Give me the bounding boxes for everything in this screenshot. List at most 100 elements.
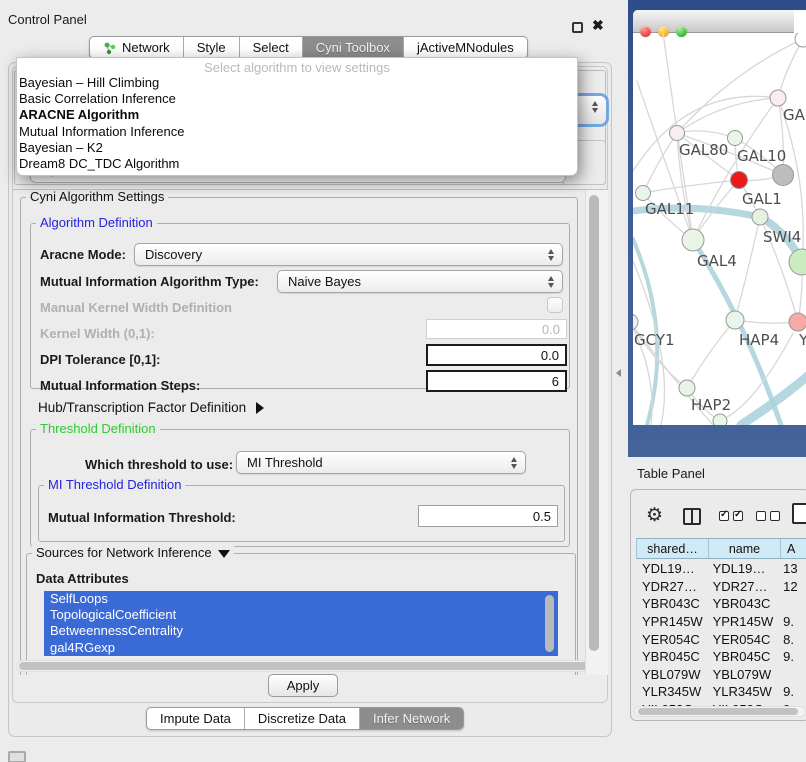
apply-button[interactable]: Apply xyxy=(268,674,338,697)
close-icon[interactable]: ✖ xyxy=(592,17,604,34)
tab-infer-network[interactable]: Infer Network xyxy=(360,708,463,729)
tab-cyni-toolbox[interactable]: Cyni Toolbox xyxy=(303,37,404,58)
columns-icon[interactable] xyxy=(683,508,701,525)
unchecked-checkbox-icon[interactable] xyxy=(770,511,780,521)
network-node-gray-node[interactable] xyxy=(773,165,794,186)
table-body: YDL19…YDL19…13YDR27…YDR27…12YBR043CYBR04… xyxy=(636,560,806,706)
table-row[interactable]: YPR145WYPR145W9. xyxy=(636,613,806,631)
tab-style[interactable]: Style xyxy=(184,37,240,58)
data-attributes-list[interactable]: SelfLoopsTopologicalCoefficientBetweenne… xyxy=(44,591,558,656)
table-cell: YER054C xyxy=(707,632,778,647)
horizontal-scrollbar-thumb[interactable] xyxy=(19,662,597,670)
aracne-mode-label: Aracne Mode: xyxy=(40,247,126,262)
network-node-GAL80[interactable] xyxy=(670,126,685,141)
network-node-top-arc[interactable] xyxy=(795,33,806,47)
data-attribute-item[interactable]: SelfLoops xyxy=(44,591,558,607)
float-window-icon[interactable] xyxy=(572,22,583,33)
network-edge[interactable] xyxy=(677,98,778,133)
algorithm-option[interactable]: Dream8 DC_TDC Algorithm xyxy=(17,156,577,172)
splitter-collapse-icon[interactable] xyxy=(616,369,621,377)
network-edge[interactable] xyxy=(643,133,677,193)
mi-algorithm-type-select[interactable]: Naive Bayes xyxy=(277,270,563,293)
data-attribute-item[interactable]: gal4RGexp xyxy=(44,640,558,656)
algorithm-option[interactable]: ARACNE Algorithm xyxy=(17,107,577,123)
network-edge[interactable] xyxy=(735,217,760,320)
column-header[interactable]: A xyxy=(781,539,806,558)
checked-checkbox-icon[interactable] xyxy=(733,511,743,521)
node-label: GAL xyxy=(783,106,806,124)
table-cell: 9. xyxy=(777,614,806,629)
table-row[interactable]: YDL19…YDL19…13 xyxy=(636,560,806,578)
mi-threshold-group-title: MI Threshold Definition xyxy=(44,478,185,492)
network-node-GAL10[interactable] xyxy=(728,131,743,146)
table-hscrollbar-thumb[interactable] xyxy=(638,708,798,715)
network-node-bottom-node[interactable] xyxy=(713,414,727,425)
chevron-down-icon[interactable] xyxy=(218,550,230,558)
network-node-HAP2[interactable] xyxy=(679,380,695,396)
network-window-titlebar[interactable] xyxy=(633,10,794,33)
table-row[interactable]: YDR27…YDR27…12 xyxy=(636,578,806,596)
network-edge[interactable] xyxy=(687,320,735,388)
which-threshold-select[interactable]: MI Threshold xyxy=(236,451,526,474)
chevron-right-icon[interactable] xyxy=(256,402,264,414)
network-graph[interactable]: GALGAL80GAL10GAL1GAL11SWI4GAL4GCY1HAP4YH… xyxy=(633,33,806,425)
table-cell: YDR27… xyxy=(707,579,778,594)
page-icon[interactable] xyxy=(792,503,806,524)
hub-transcription-factor-section[interactable]: Hub/Transcription Factor Definition xyxy=(38,400,264,415)
checked-checkbox-icon[interactable] xyxy=(719,511,729,521)
table-row[interactable]: YBL079WYBL079W xyxy=(636,666,806,684)
network-edge[interactable] xyxy=(778,39,803,98)
data-attribute-item[interactable]: TopologicalCoefficient xyxy=(44,607,558,623)
network-node-big-green[interactable] xyxy=(789,249,806,275)
manual-kernel-width-label: Manual Kernel Width Definition xyxy=(40,300,232,315)
manual-kernel-width-checkbox[interactable] xyxy=(547,297,563,313)
aracne-mode-select[interactable]: Discovery xyxy=(134,243,563,266)
table-row[interactable]: YLR345WYLR345W9. xyxy=(636,683,806,701)
panel-splitter[interactable] xyxy=(612,0,628,762)
node-label: GAL1 xyxy=(742,190,782,208)
tab-discretize-data[interactable]: Discretize Data xyxy=(245,708,360,729)
table-cell: 8. xyxy=(777,632,806,647)
network-node-GAL4[interactable] xyxy=(682,229,704,251)
table-row[interactable]: YBR043CYBR043C xyxy=(636,595,806,613)
network-node-GAL[interactable] xyxy=(770,90,786,106)
aracne-mode-value: Discovery xyxy=(145,247,202,262)
gear-icon[interactable]: ⚙ xyxy=(646,504,663,527)
combo-arrows-icon xyxy=(592,101,598,113)
column-header[interactable]: shared… xyxy=(637,539,709,558)
network-node-GCY1[interactable] xyxy=(633,314,638,330)
attributes-list-scrollbar[interactable] xyxy=(545,595,554,652)
table-row[interactable]: YER054CYER054C8. xyxy=(636,630,806,648)
algorithm-option[interactable]: Basic Correlation Inference xyxy=(17,91,577,107)
vertical-scrollbar-thumb[interactable] xyxy=(589,195,599,651)
algorithm-option[interactable]: Bayesian – Hill Climbing xyxy=(17,75,577,91)
table-row[interactable]: YBR045CYBR045C9. xyxy=(636,648,806,666)
network-edge[interactable] xyxy=(677,131,735,138)
data-attribute-item[interactable]: BetweennessCentrality xyxy=(44,623,558,639)
tab-network[interactable]: Network xyxy=(90,37,184,58)
node-label: SWI4 xyxy=(763,228,801,246)
mi-threshold-field[interactable]: 0.5 xyxy=(418,505,558,527)
network-node-Y[interactable] xyxy=(789,313,806,331)
collapsed-panel-icon[interactable] xyxy=(8,751,26,762)
network-edge[interactable] xyxy=(643,180,739,193)
tab-jactivemnodules[interactable]: jActiveMNodules xyxy=(404,37,527,58)
table-cell: YPR145W xyxy=(636,614,707,629)
unchecked-checkbox-icon[interactable] xyxy=(756,511,766,521)
network-node-GAL11[interactable] xyxy=(636,186,651,201)
dpi-tolerance-field[interactable]: 0.0 xyxy=(426,344,567,366)
network-node-SWI4[interactable] xyxy=(752,209,768,225)
column-header[interactable]: name xyxy=(709,539,781,558)
mi-steps-field[interactable]: 6 xyxy=(426,370,567,392)
node-label: HAP4 xyxy=(739,331,779,349)
kernel-width-field[interactable]: 0.0 xyxy=(426,319,567,339)
network-node-HAP4[interactable] xyxy=(726,311,744,329)
sources-group-title[interactable]: Sources for Network Inference xyxy=(32,546,234,560)
algorithm-option[interactable]: Mutual Information Inference xyxy=(17,124,577,140)
tab-select[interactable]: Select xyxy=(240,37,303,58)
network-node-GAL1[interactable] xyxy=(731,172,748,189)
table-cell: 12 xyxy=(777,579,806,594)
network-edge[interactable] xyxy=(741,375,806,425)
algorithm-option[interactable]: Bayesian – K2 xyxy=(17,140,577,156)
tab-impute-data[interactable]: Impute Data xyxy=(147,708,245,729)
